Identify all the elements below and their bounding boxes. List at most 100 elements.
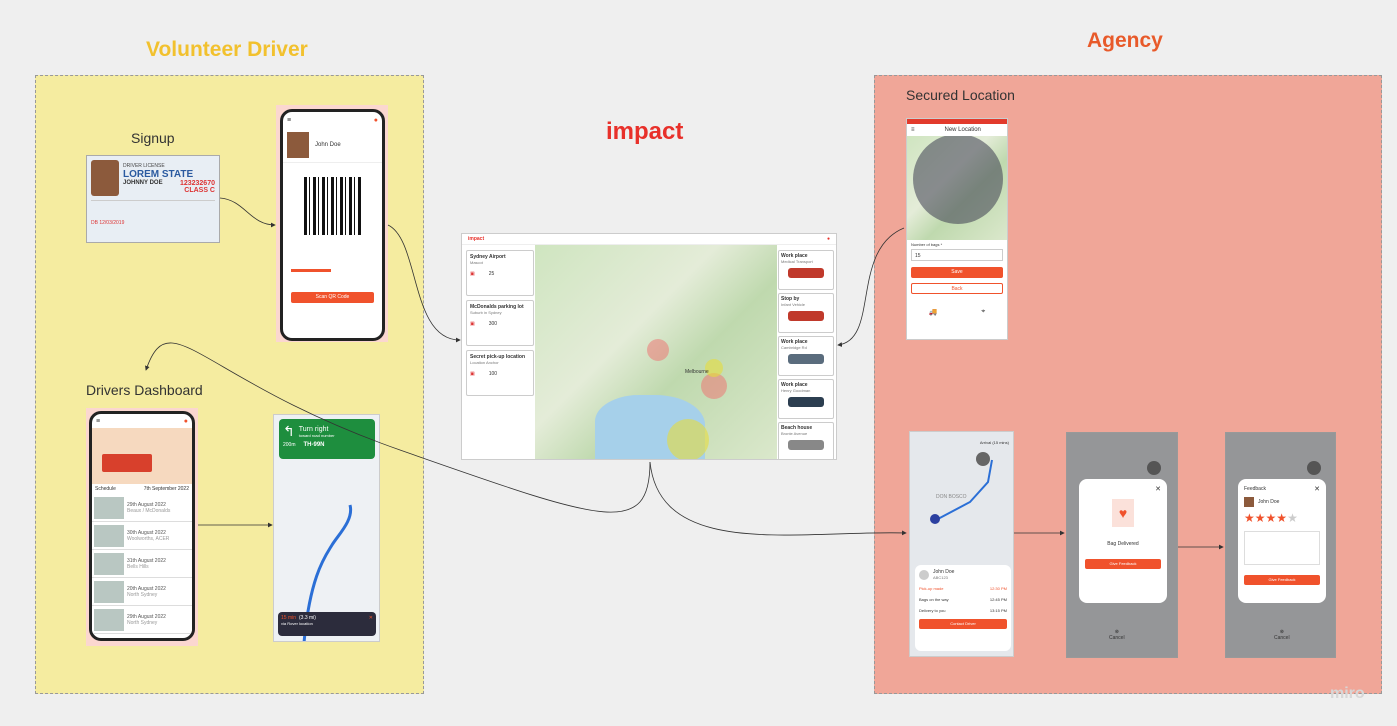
car-cards: Work place Medical Transport Stop by Infant…: [778, 250, 834, 459]
bags-field[interactable]: 15: [911, 249, 1003, 261]
schedule-item[interactable]: 31th August 2022 Bells Hills: [92, 550, 192, 578]
step-label: Pick-up made: [919, 586, 944, 591]
eta-panel: 15 min (3.3 mi) ✕ via Rover location: [278, 612, 376, 636]
secured-map[interactable]: [907, 136, 1007, 240]
menu-icon[interactable]: ≡: [911, 127, 915, 133]
vehicle-card[interactable]: Work place Medical Transport: [778, 250, 834, 290]
volunteer-title: Volunteer Driver: [146, 38, 308, 61]
navigation-phone[interactable]: ↰ Turn right toward road number 200m TH-…: [273, 414, 380, 642]
destination-marker[interactable]: [976, 452, 990, 466]
close-icon[interactable]: ✕: [1314, 485, 1320, 493]
scan-qr-button[interactable]: Scan QR Code: [291, 292, 374, 303]
notification-icon[interactable]: ●: [184, 418, 188, 425]
close-nav-icon[interactable]: ✕: [369, 615, 373, 621]
bag-icon: ▣: [470, 321, 475, 327]
schedule-item-place: Bells Hills: [127, 563, 149, 570]
truck-icon: [102, 454, 152, 472]
location-card[interactable]: Sydney Airport Mascot ▣ 25: [466, 250, 534, 296]
car-icon: [788, 268, 824, 278]
profile-phone[interactable]: ≡ ● John Doe Scan QR Code: [280, 109, 385, 341]
location-cards: Sydney Airport Mascot ▣ 25 McDonalds parking…: [466, 250, 534, 400]
agency-title: Agency: [1087, 29, 1163, 52]
schedule-thumbnail: [94, 580, 124, 603]
license-state: LOREM STATE: [123, 168, 194, 180]
schedule-item-date: 30th August 2022: [127, 529, 166, 536]
truck-tab-icon[interactable]: 🚚: [929, 308, 938, 316]
secured-radius[interactable]: [913, 136, 1003, 224]
location-count: 300: [488, 321, 498, 327]
license-details: [91, 200, 215, 220]
tracking-phone[interactable]: Arrival (15 mins) DON BOSCO John Doe ABC…: [909, 431, 1014, 657]
new-location-phone[interactable]: ≡ New Location Number of bags * 15 Save …: [906, 118, 1008, 340]
give-feedback-button[interactable]: Give Feedback: [1244, 575, 1320, 585]
star-icon[interactable]: ★: [1255, 511, 1266, 525]
bags-field-label: Number of bags *: [911, 242, 943, 247]
feedback-phone[interactable]: Feedback ✕ John Doe ★★★★★ Give Feedback …: [1225, 432, 1336, 658]
schedule-item-date: 29th August 2022: [127, 501, 166, 508]
account-icon[interactable]: ●: [827, 236, 830, 242]
location-card[interactable]: McDonalds parking lot Suburb in Sydney ▣ 30…: [466, 300, 534, 346]
cancel-button[interactable]: ⊗ Cancel: [1274, 629, 1290, 641]
delivered-modal: ✕ ♥ Bag Delivered Give Feedback: [1079, 479, 1167, 603]
schedule-thumbnail: [94, 552, 124, 575]
cancel-button[interactable]: ⊗ Cancel: [1109, 629, 1125, 641]
truck-banner: [92, 428, 192, 484]
driver-avatar: [1244, 497, 1254, 507]
menu-icon[interactable]: ≡: [287, 117, 291, 124]
vehicle-card[interactable]: Beach house Bronte Avenue: [778, 422, 834, 459]
vehicle-card[interactable]: Stop by Infant Vehicle: [778, 293, 834, 333]
driver-avatar: [919, 569, 929, 580]
location-card[interactable]: Secret pick-up location Location Anchor ▣ 1…: [466, 350, 534, 396]
license-number: 123232670: [179, 179, 215, 187]
signup-label: Signup: [131, 130, 175, 146]
schedule-item-date: 29th August 2022: [127, 613, 166, 620]
hotspot-marker[interactable]: [647, 339, 669, 361]
star-icon[interactable]: ★: [1276, 511, 1287, 525]
schedule-item[interactable]: 30th August 2022 Woolworths, ACER: [92, 522, 192, 550]
profile-name: John Doe: [315, 142, 341, 148]
schedule-item[interactable]: 29th August 2022 North Sydney: [92, 606, 192, 634]
dashboard-label: Drivers Dashboard: [86, 382, 203, 398]
star-icon[interactable]: ★: [1244, 511, 1255, 525]
vehicle-card[interactable]: Work place Cambridge Rd: [778, 336, 834, 376]
dashboard-list: 29th August 2022 Beaux / McDonalds 30th Au…: [92, 494, 192, 634]
step-time: 12:45 PM: [989, 597, 1007, 602]
schedule-item[interactable]: 29th August 2022 Beaux / McDonalds: [92, 494, 192, 522]
center-map[interactable]: Melbourne: [535, 245, 777, 459]
location-tab-icon[interactable]: ⌖: [981, 308, 985, 316]
star-empty-icon[interactable]: ★: [1287, 511, 1298, 525]
map-city-label: Melbourne: [685, 369, 709, 375]
hotspot-marker[interactable]: [667, 419, 709, 459]
cancel-label: Cancel: [1274, 635, 1290, 641]
back-button[interactable]: Back: [911, 283, 1003, 294]
vehicle-card[interactable]: Work place Henry Goodman: [778, 379, 834, 419]
contact-driver-button[interactable]: Contact Driver: [919, 619, 1007, 629]
give-feedback-button[interactable]: Give Feedback: [1085, 559, 1161, 569]
driver-plate: ABC123: [933, 575, 948, 580]
dashboard-logo: impact: [468, 236, 485, 242]
menu-icon[interactable]: ≡: [96, 418, 100, 425]
driver-license-card[interactable]: DRIVER LICENSE LOREM STATE JOHNNY DOE 12…: [86, 155, 220, 243]
central-dashboard[interactable]: impact ● Melbourne Sydney Airport Mascot ▣…: [461, 233, 837, 460]
destination-marker: [1307, 461, 1321, 475]
save-button[interactable]: Save: [911, 267, 1003, 278]
driver-marker[interactable]: [930, 514, 940, 524]
feedback-driver-name: John Doe: [1258, 499, 1280, 505]
feedback-modal: Feedback ✕ John Doe ★★★★★ Give Feedback: [1238, 479, 1326, 603]
secured-location-label: Secured Location: [906, 87, 1015, 103]
bag-icon: ▣: [470, 371, 475, 377]
delivered-phone[interactable]: ✕ ♥ Bag Delivered Give Feedback ⊗ Cancel: [1066, 432, 1178, 658]
tracking-step: Delivery to you 13:15 PM: [919, 608, 1007, 613]
schedule-label: Schedule: [95, 486, 116, 492]
impact-logo: impact: [606, 118, 684, 145]
feedback-textarea[interactable]: [1244, 531, 1320, 565]
close-icon[interactable]: ✕: [1085, 485, 1161, 493]
license-name: JOHNNY DOE: [123, 180, 163, 186]
dashboard-phone[interactable]: ≡ ● Schedule 7th September 2022 29th Aug…: [89, 411, 195, 641]
rating-stars[interactable]: ★★★★★: [1244, 509, 1320, 527]
star-icon[interactable]: ★: [1266, 511, 1277, 525]
license-footer: DB 12/03/2019: [91, 220, 125, 226]
schedule-item[interactable]: 20th August 2022 North Sydney: [92, 578, 192, 606]
notification-icon[interactable]: ●: [374, 117, 378, 124]
schedule-item-place: Beaux / McDonalds: [127, 507, 171, 514]
